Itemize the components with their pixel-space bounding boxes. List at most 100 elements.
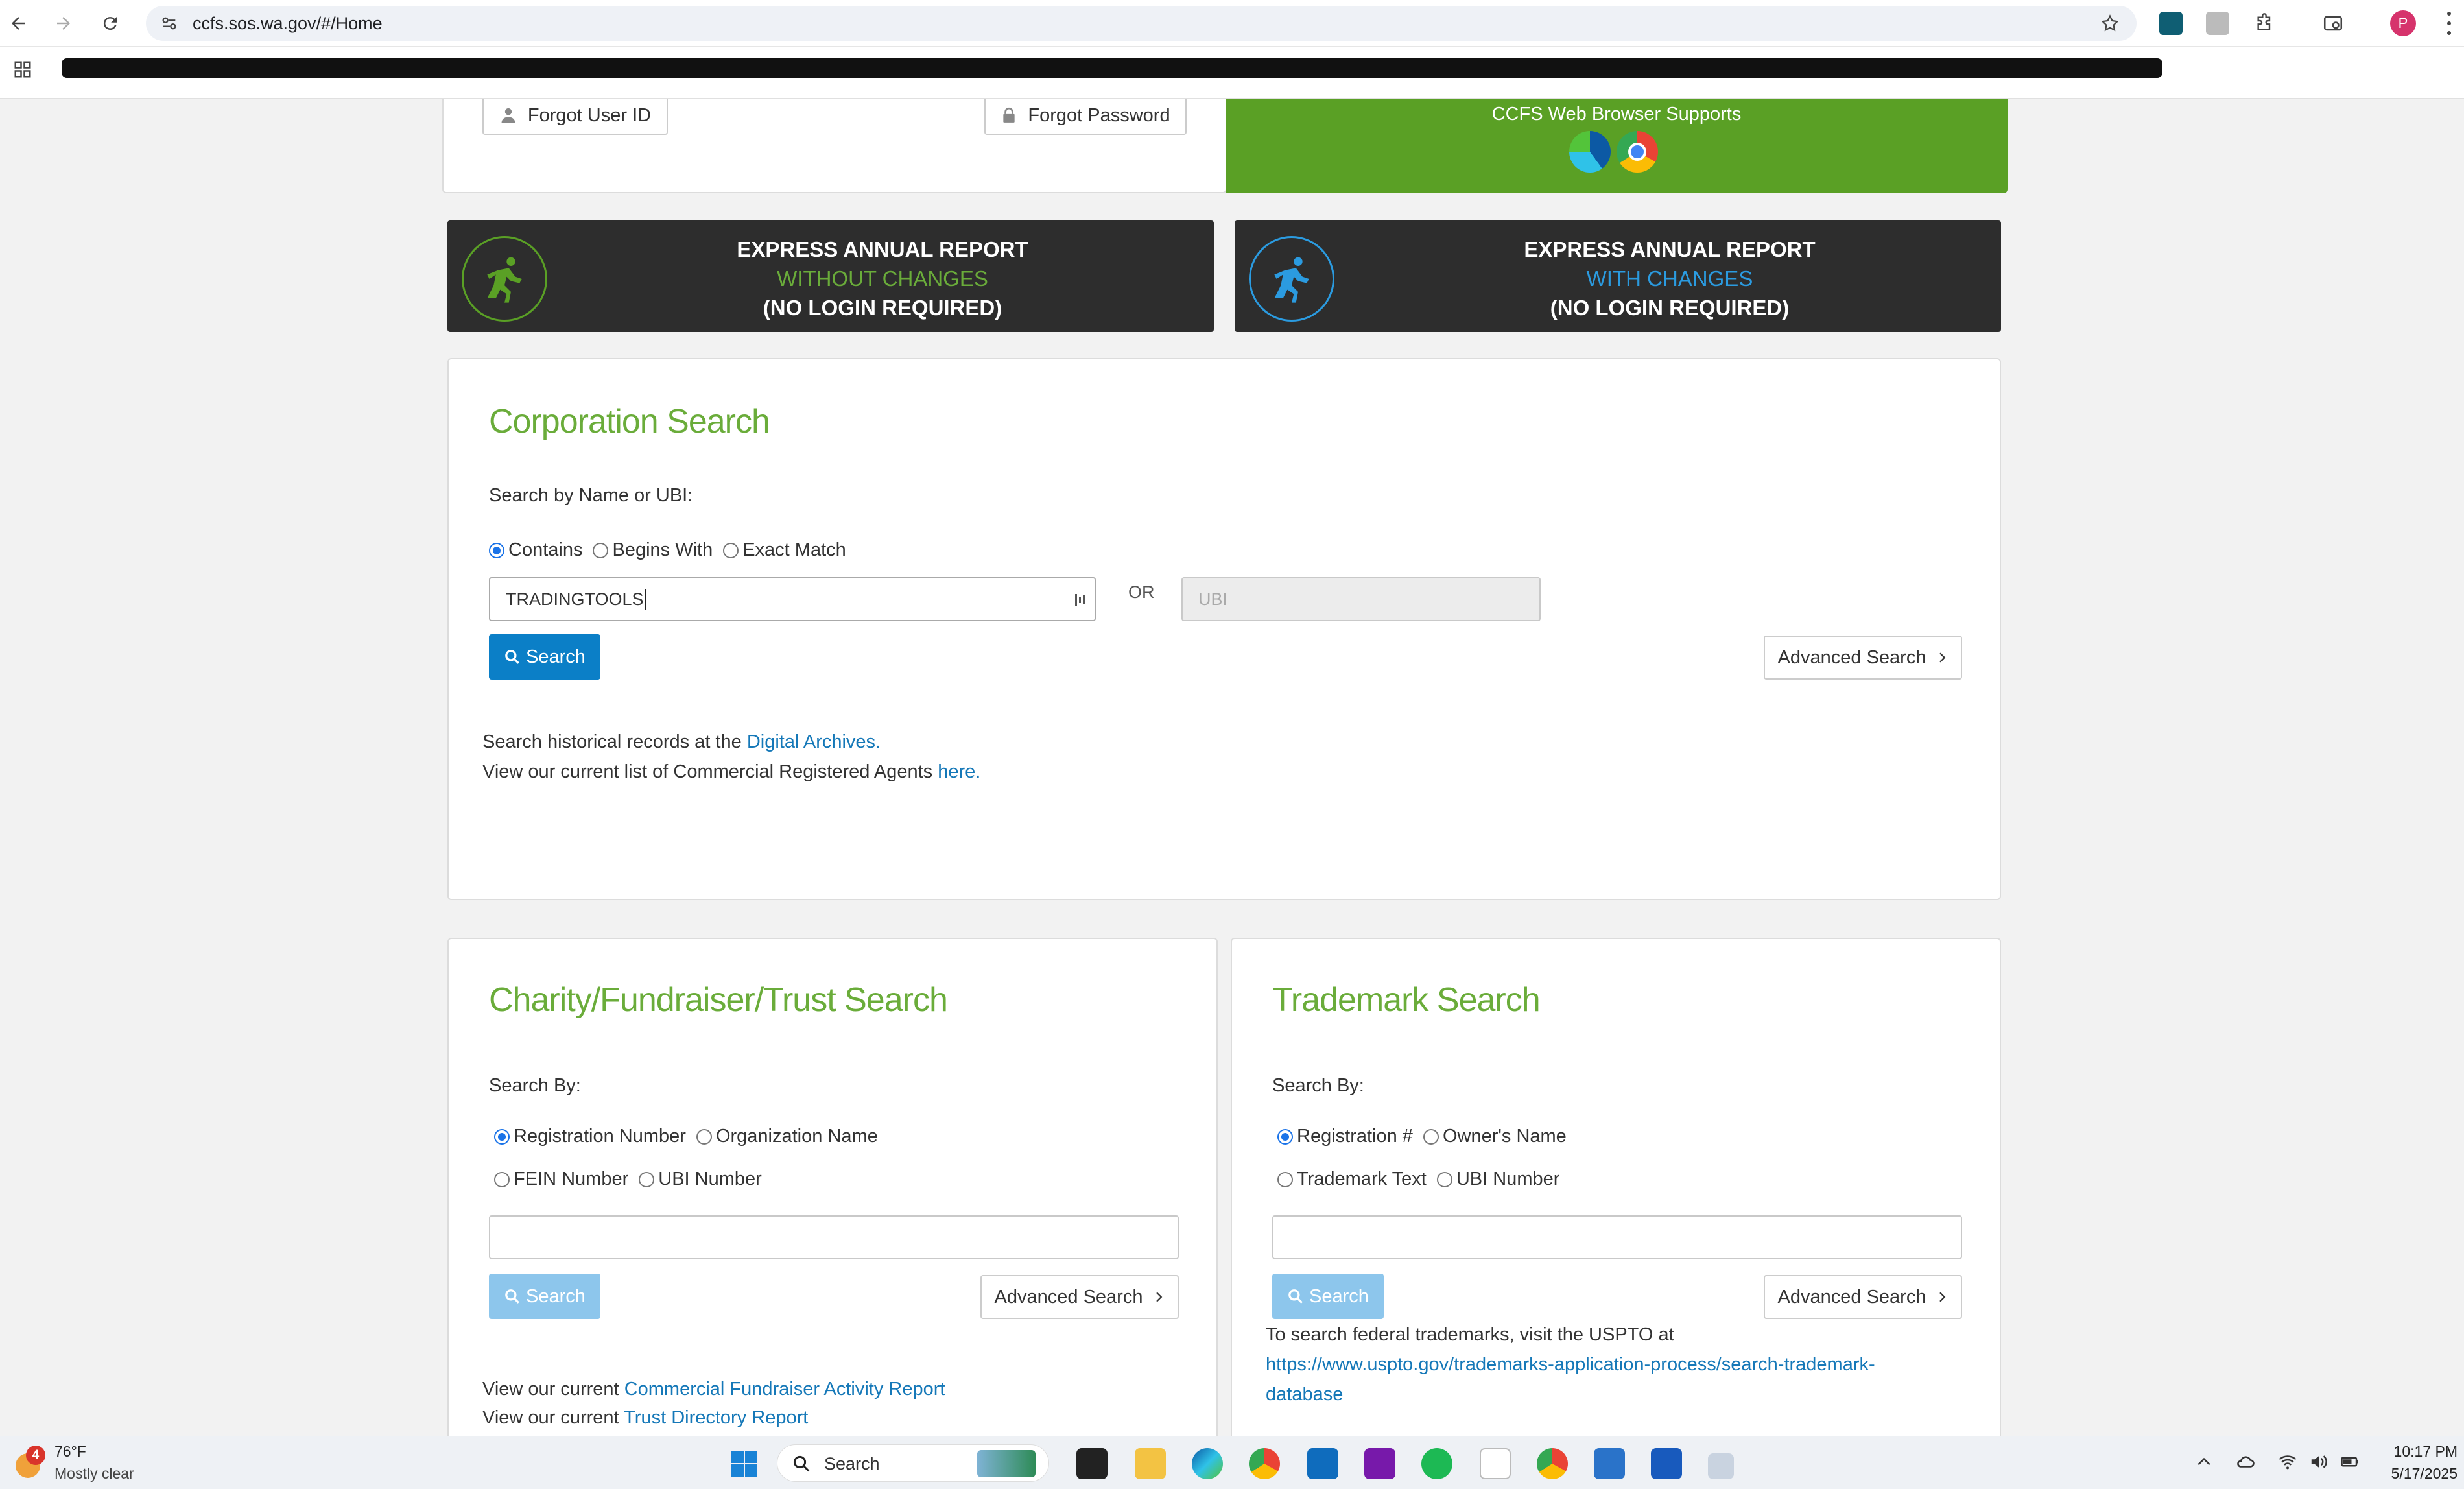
battery-icon[interactable] (2340, 1452, 2360, 1471)
notepad-icon[interactable] (1480, 1448, 1511, 1479)
radio-button[interactable] (639, 1171, 655, 1187)
radio-button[interactable] (489, 542, 504, 558)
fundraiser-activity-report-link[interactable]: Commercial Fundraiser Activity Report (624, 1379, 945, 1400)
corporation-advanced-search-button[interactable]: Advanced Search (1764, 636, 1962, 680)
login-card: Forgot User ID Forgot Password (442, 99, 1227, 193)
advanced-search-label: Advanced Search (1777, 647, 1926, 668)
radio-button[interactable] (1277, 1128, 1293, 1145)
taskbar-search-box[interactable]: Search (777, 1444, 1049, 1482)
radio-registration[interactable]: Registration # (1277, 1126, 1413, 1147)
trademark-advanced-search-button[interactable]: Advanced Search (1764, 1275, 1962, 1319)
weather-icon[interactable]: 4 (12, 1446, 45, 1478)
forgot-password-label: Forgot Password (1028, 104, 1170, 126)
extension-icon[interactable] (2206, 12, 2229, 35)
search-button-label: Search (526, 1285, 586, 1307)
radio-owners-name[interactable]: Owner's Name (1423, 1126, 1567, 1147)
bookmark-star-icon[interactable] (2100, 14, 2120, 33)
outlook-icon[interactable] (1307, 1448, 1338, 1479)
charity-search-input[interactable] (489, 1215, 1179, 1259)
radio-button[interactable] (696, 1128, 712, 1145)
radio-button[interactable] (1423, 1128, 1439, 1145)
forgot-user-id-button[interactable]: Forgot User ID (482, 99, 668, 135)
charity-search-title: Charity/Fundraiser/Trust Search (489, 981, 948, 1019)
ubi-placeholder: UBI (1198, 589, 1228, 609)
menu-kebab-icon[interactable] (2446, 12, 2452, 35)
search-icon (1288, 1289, 1303, 1304)
express-with-line3: (NO LOGIN REQUIRED) (1550, 296, 1790, 320)
search-icon (505, 1289, 519, 1304)
edge-icon[interactable] (1192, 1448, 1223, 1479)
windows-start-icon[interactable] (729, 1448, 760, 1479)
windows-taskbar: 4 76°F Mostly clear Search 10:17 PM 5/17… (0, 1436, 2464, 1489)
reload-button[interactable] (96, 9, 124, 38)
forward-button[interactable] (49, 9, 78, 38)
name-search-input[interactable]: TRADINGTOOLS (489, 577, 1096, 621)
trademark-search-input[interactable] (1272, 1215, 1962, 1259)
radio-ubi-number[interactable]: UBI Number (639, 1169, 762, 1190)
radio-button[interactable] (593, 542, 609, 558)
archives-text: Search historical records at the (482, 732, 747, 752)
corporation-search-card: Corporation Search Search by Name or UBI… (447, 358, 2001, 900)
wifi-icon[interactable] (2277, 1452, 2298, 1471)
trademark-search-button[interactable]: Search (1272, 1274, 1384, 1319)
volume-icon[interactable] (2308, 1452, 2329, 1471)
cloud-icon[interactable] (2234, 1452, 2257, 1471)
radio-label: Trademark Text (1297, 1169, 1427, 1189)
radio-button[interactable] (1277, 1171, 1293, 1187)
task-view-icon[interactable] (1076, 1448, 1108, 1479)
word-icon[interactable] (1651, 1448, 1682, 1479)
radio-exact-match[interactable]: Exact Match (723, 540, 846, 561)
chevron-right-icon (1939, 652, 1946, 663)
digital-archives-link[interactable]: Digital Archives. (747, 732, 881, 752)
radio-fein-number[interactable]: FEIN Number (494, 1169, 628, 1190)
weather-badge: 4 (26, 1446, 45, 1465)
search-icon (793, 1455, 810, 1472)
chrome-profile-icon[interactable] (1537, 1448, 1568, 1479)
radio-begins-with[interactable]: Begins With (593, 540, 713, 561)
apps-grid-icon[interactable] (13, 60, 32, 79)
site-info-icon[interactable] (160, 14, 178, 32)
password-manager-icon[interactable] (1072, 591, 1088, 608)
uspto-link-continued[interactable]: database (1266, 1384, 1343, 1405)
chrome-icon[interactable] (1249, 1448, 1280, 1479)
profile-avatar[interactable]: P (2390, 10, 2416, 36)
clock-date[interactable]: 5/17/2025 (2373, 1465, 2458, 1483)
back-button[interactable] (4, 9, 32, 38)
radio-button[interactable] (494, 1171, 510, 1187)
forgot-password-button[interactable]: Forgot Password (984, 99, 1187, 135)
charity-radios-row2: FEIN Number UBI Number (494, 1169, 772, 1190)
address-bar[interactable]: ccfs.sos.wa.gov/#/Home (146, 6, 2137, 41)
file-explorer-icon[interactable] (1135, 1448, 1166, 1479)
trademark-radios-row1: Registration # Owner's Name (1277, 1126, 1577, 1147)
charity-search-button[interactable]: Search (489, 1274, 600, 1319)
charity-advanced-search-button[interactable]: Advanced Search (980, 1275, 1179, 1319)
trust-directory-report-link[interactable]: Trust Directory Report (624, 1407, 808, 1428)
express-report-without-changes[interactable]: EXPRESS ANNUAL REPORT WITHOUT CHANGES (N… (447, 220, 1214, 332)
radio-ubi-number[interactable]: UBI Number (1436, 1169, 1559, 1190)
corporation-search-button[interactable]: Search (489, 634, 600, 680)
extensions-puzzle-icon[interactable] (2253, 12, 2276, 35)
ubi-input[interactable]: UBI (1181, 577, 1541, 621)
radio-button[interactable] (1436, 1171, 1452, 1187)
clock-time[interactable]: 10:17 PM (2373, 1443, 2458, 1460)
search-highlight-icon (977, 1450, 1036, 1477)
express-report-with-changes[interactable]: EXPRESS ANNUAL REPORT WITH CHANGES (NO L… (1235, 220, 2001, 332)
tab-search-icon[interactable] (2321, 12, 2345, 35)
extension-icon[interactable] (2159, 12, 2183, 35)
spotify-icon[interactable] (1421, 1448, 1452, 1479)
express-with-line1: EXPRESS ANNUAL REPORT (1524, 237, 1816, 261)
registered-agents-link[interactable]: here. (938, 761, 980, 782)
onenote-icon[interactable] (1364, 1448, 1395, 1479)
fundraiser-report-line: View our current Commercial Fundraiser A… (482, 1379, 945, 1400)
radio-button[interactable] (494, 1128, 510, 1145)
radio-organization-name[interactable]: Organization Name (696, 1126, 878, 1147)
radio-contains[interactable]: Contains (489, 540, 582, 561)
uspto-link[interactable]: https://www.uspto.gov/trademarks-applica… (1266, 1354, 1875, 1376)
radio-trademark-text[interactable]: Trademark Text (1277, 1169, 1427, 1190)
photos-icon[interactable] (1594, 1448, 1625, 1479)
charity-search-card: Charity/Fundraiser/Trust Search Search B… (447, 938, 1218, 1436)
snipping-tool-icon[interactable] (1708, 1453, 1734, 1479)
radio-registration-number[interactable]: Registration Number (494, 1126, 686, 1147)
chevron-up-icon[interactable] (2196, 1453, 2212, 1470)
radio-button[interactable] (723, 542, 739, 558)
